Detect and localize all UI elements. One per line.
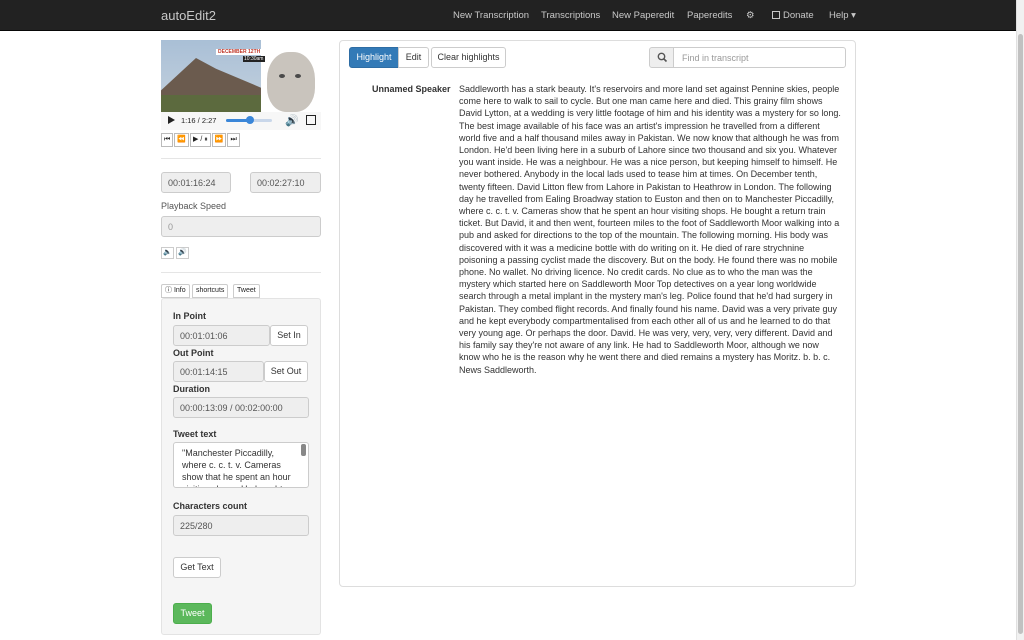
nav-new-transcription[interactable]: New Transcription bbox=[453, 10, 529, 21]
get-text-button[interactable]: Get Text bbox=[173, 557, 221, 578]
transcript-search-input[interactable]: Find in transcript bbox=[673, 47, 846, 68]
speaker-label: Unnamed Speaker bbox=[372, 84, 451, 94]
tab-tweet[interactable]: Tweet bbox=[233, 284, 260, 298]
seek-bar-knob[interactable] bbox=[245, 116, 254, 124]
clear-highlights-button[interactable]: Clear highlights bbox=[431, 47, 506, 68]
end-time-input[interactable]: 00:02:27:10 bbox=[250, 172, 321, 193]
tweet-text-area[interactable]: "Manchester Piccadilly, where c. c. t. v… bbox=[173, 442, 309, 488]
page-scrollbar-thumb[interactable] bbox=[1018, 34, 1023, 634]
duration-label: Duration bbox=[173, 384, 210, 394]
out-point-input[interactable]: 00:01:14:15 bbox=[173, 361, 264, 382]
characters-count-input: 225/280 bbox=[173, 515, 309, 536]
playback-speed-label: Playback Speed bbox=[161, 201, 227, 211]
nav-paperedits[interactable]: Paperedits bbox=[687, 10, 732, 21]
speed-up-button[interactable]: 🔊 bbox=[176, 247, 189, 259]
nav-help-dropdown[interactable]: Help ▾ bbox=[829, 10, 856, 21]
tab-info[interactable]: ⓘ Info bbox=[161, 284, 190, 298]
duration-input: 00:00:13:09 / 00:02:00:00 bbox=[173, 397, 309, 418]
set-out-button[interactable]: Set Out bbox=[264, 361, 308, 382]
transport-controls: ⏮ ⏪ ▶ / ⏸ ⏩ ⏭ bbox=[161, 133, 241, 147]
video-date-banner: DECEMBER 12TH bbox=[216, 49, 264, 55]
fast-forward-button[interactable]: ⏩ bbox=[211, 133, 227, 147]
start-time-input[interactable]: 00:01:16:24 bbox=[161, 172, 231, 193]
gift-icon bbox=[772, 11, 780, 19]
video-face-eye-right bbox=[295, 74, 301, 78]
search-addon bbox=[649, 47, 674, 68]
play-pause-button[interactable]: ▶ / ⏸ bbox=[190, 133, 211, 147]
skip-to-start-button[interactable]: ⏮ bbox=[161, 133, 174, 147]
video-grass bbox=[161, 95, 261, 112]
app-brand[interactable]: autoEdit2 bbox=[161, 8, 216, 23]
speed-down-button[interactable]: 🔈 bbox=[161, 247, 174, 259]
video-time-banner: 10:30am bbox=[243, 56, 265, 62]
in-point-input[interactable]: 00:01:01:06 bbox=[173, 325, 270, 346]
nav-new-paperedit[interactable]: New Paperedit bbox=[612, 10, 674, 21]
tweet-button[interactable]: Tweet bbox=[173, 603, 212, 624]
video-face-eye-left bbox=[279, 74, 285, 78]
divider bbox=[161, 272, 321, 273]
video-preview[interactable]: DECEMBER 12TH 10:30am bbox=[161, 40, 321, 112]
characters-count-label: Characters count bbox=[173, 501, 248, 511]
in-point-label: In Point bbox=[173, 311, 206, 321]
nav-donate[interactable]: Donate bbox=[772, 10, 814, 21]
transcript-text[interactable]: Saddleworth has a stark beauty. It's res… bbox=[459, 83, 841, 376]
video-face bbox=[267, 52, 315, 112]
edit-button[interactable]: Edit bbox=[398, 47, 429, 68]
divider bbox=[161, 158, 321, 159]
out-point-label: Out Point bbox=[173, 348, 214, 358]
rewind-button[interactable]: ⏪ bbox=[174, 133, 190, 147]
video-time-display: 1:16 / 2:27 bbox=[181, 116, 217, 125]
nav-transcriptions[interactable]: Transcriptions bbox=[541, 10, 600, 21]
tab-shortcuts[interactable]: shortcuts bbox=[192, 284, 229, 298]
search-icon bbox=[657, 52, 668, 63]
play-icon[interactable] bbox=[168, 116, 175, 124]
volume-icon[interactable]: 🔊 bbox=[285, 114, 299, 127]
highlight-button[interactable]: Highlight bbox=[349, 47, 399, 68]
set-in-button[interactable]: Set In bbox=[270, 325, 308, 346]
tweet-text-label: Tweet text bbox=[173, 429, 217, 439]
fullscreen-icon[interactable] bbox=[306, 115, 316, 125]
playback-speed-input[interactable]: 0 bbox=[161, 216, 321, 237]
skip-to-end-button[interactable]: ⏭ bbox=[227, 133, 240, 147]
tweet-text-scrollbar[interactable] bbox=[301, 444, 306, 456]
nav-donate-label: Donate bbox=[783, 10, 814, 21]
settings-gear-icon[interactable]: ⚙ bbox=[746, 10, 755, 21]
